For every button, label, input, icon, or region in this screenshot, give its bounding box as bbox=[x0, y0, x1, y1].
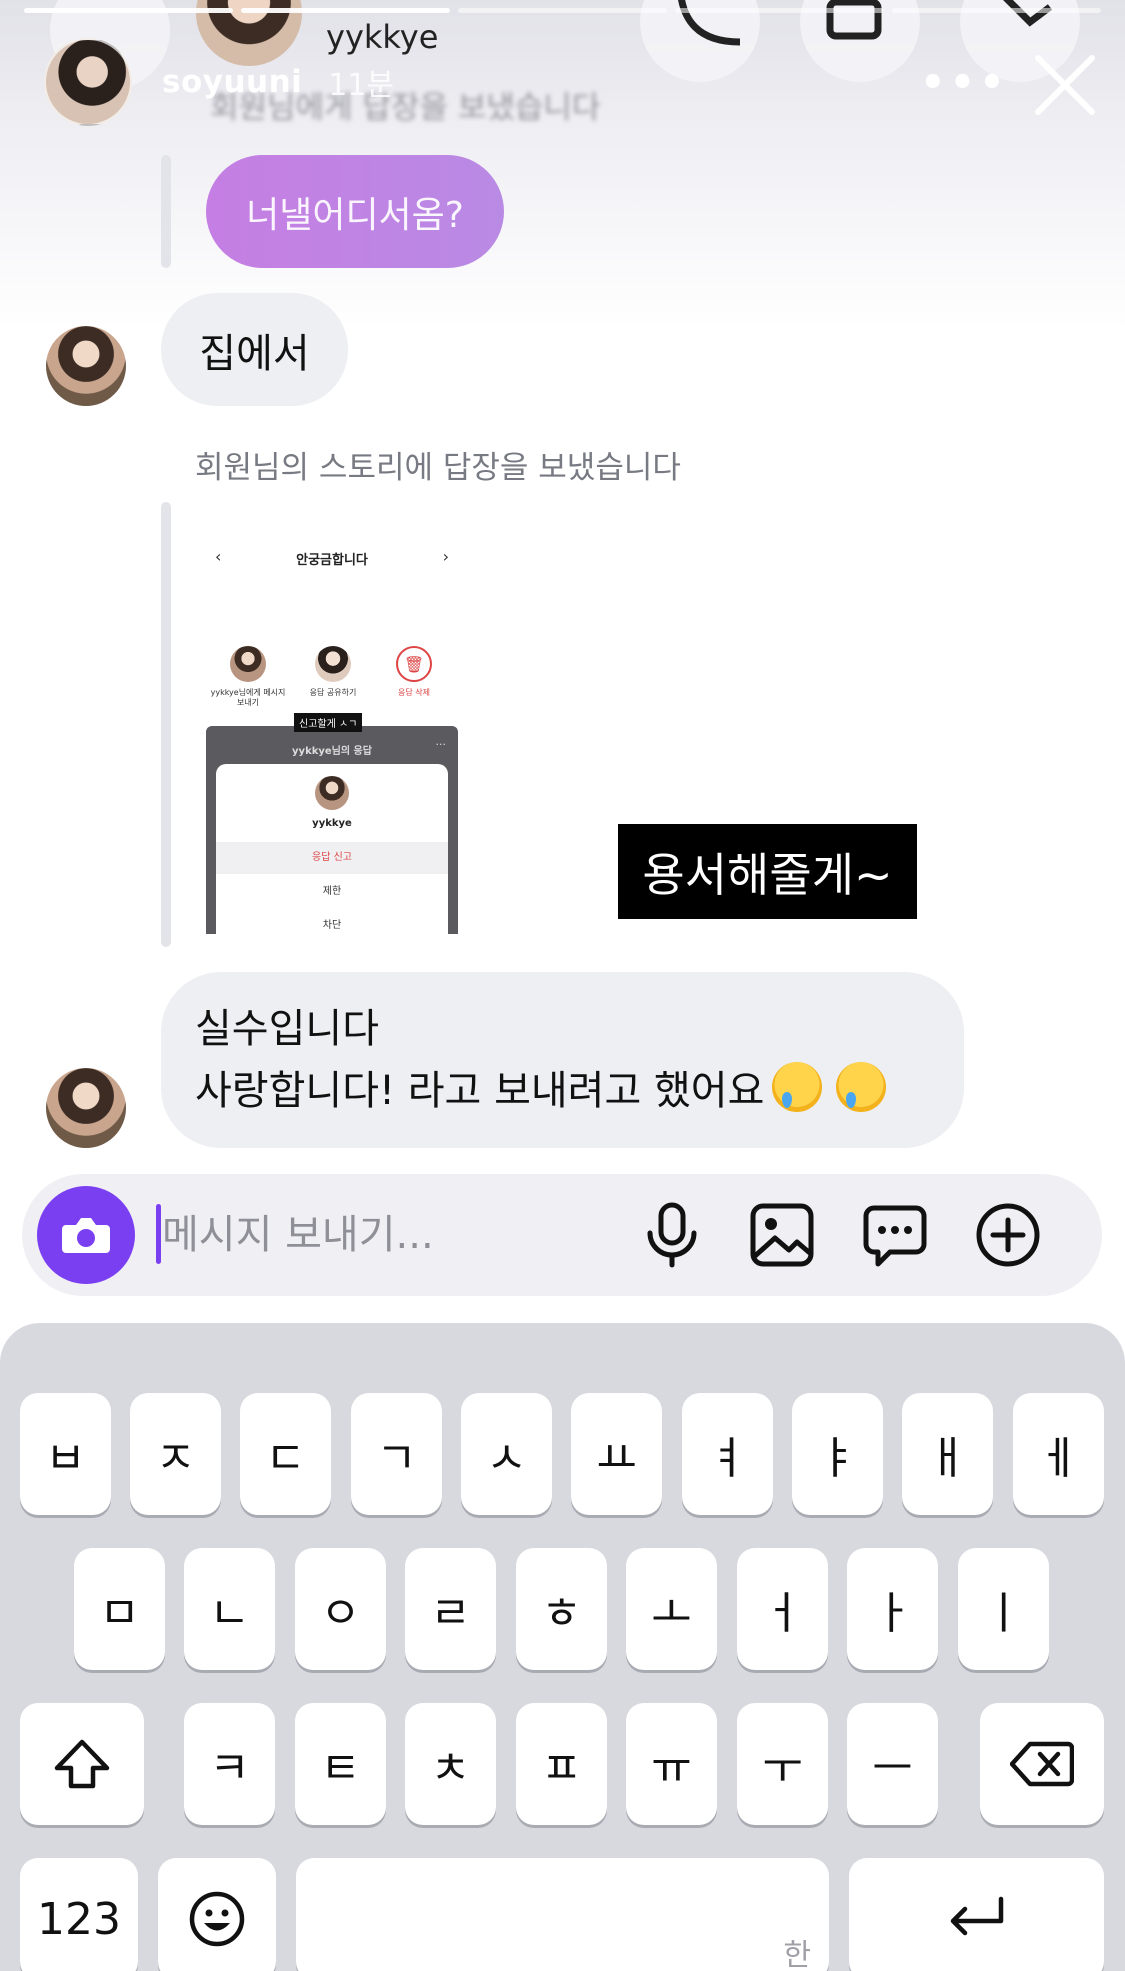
key[interactable]: ㅛ bbox=[571, 1393, 662, 1515]
story-avatar[interactable] bbox=[44, 38, 132, 126]
story-progress-segment bbox=[241, 8, 450, 13]
emoji-key[interactable] bbox=[158, 1858, 276, 1971]
message-bubble-icon bbox=[863, 1205, 927, 1267]
camera-button[interactable] bbox=[37, 1186, 135, 1284]
crying-face-icon bbox=[772, 1062, 823, 1112]
story-username[interactable]: soyuuni bbox=[162, 64, 302, 100]
story-user-header[interactable]: soyuuni 11분 bbox=[44, 38, 394, 126]
shared-sheet: yykkye님의 응답 ··· yykkye 응답 신고 제한 차단 bbox=[206, 726, 458, 934]
key[interactable]: ㅗ bbox=[626, 1548, 717, 1670]
return-icon bbox=[950, 1896, 1003, 1936]
shared-avatar bbox=[315, 646, 351, 682]
add-button[interactable] bbox=[968, 1195, 1048, 1275]
key[interactable]: ㅇ bbox=[295, 1548, 386, 1670]
key[interactable]: ㅅ bbox=[461, 1393, 552, 1515]
close-button[interactable] bbox=[1030, 50, 1100, 120]
shared-action-label: 응답 삭제 bbox=[398, 688, 430, 697]
key[interactable]: ㅁ bbox=[74, 1548, 165, 1670]
crying-face-icon bbox=[836, 1062, 887, 1112]
story-progress-segment bbox=[675, 8, 884, 13]
keyboard: ㅂ ㅈ ㄷ ㄱ ㅅ ㅛ ㅕ ㅑ ㅐ ㅔ ㅁ ㄴ ㅇ ㄹ ㅎ ㅗ ㅓ ㅏ ㅣ ㅋ … bbox=[0, 1323, 1125, 1971]
story-progress-segment bbox=[24, 8, 233, 13]
shift-key[interactable] bbox=[20, 1703, 144, 1825]
backspace-key[interactable] bbox=[980, 1703, 1104, 1825]
shared-story-preview[interactable]: ‹ 안궁금합니다 › 🗑 yykkye님에게 메시지 보내기 응답 공유하기 응… bbox=[206, 528, 458, 934]
key[interactable]: ㅑ bbox=[792, 1393, 883, 1515]
story-progress-bar bbox=[24, 8, 1101, 13]
shared-action-label: 응답 공유하기 bbox=[309, 688, 357, 697]
story-reply-notice: 회원님의 스토리에 답장을 보냈습니다 bbox=[195, 450, 681, 486]
message-line: 사랑합니다! 라고 보내려고 했어요 bbox=[195, 1068, 765, 1114]
return-key[interactable] bbox=[849, 1858, 1104, 1971]
reply-indicator-line bbox=[161, 502, 171, 947]
sender-avatar[interactable] bbox=[46, 1068, 126, 1148]
trash-icon: 🗑 bbox=[396, 646, 432, 682]
shared-story-title: 안궁금합니다 bbox=[296, 553, 368, 568]
language-hint: 한 bbox=[783, 1938, 811, 1971]
story-progress-segment bbox=[458, 8, 667, 13]
more-options-icon[interactable]: ••• bbox=[920, 60, 1009, 106]
text-caret bbox=[156, 1204, 161, 1264]
shared-avatar bbox=[230, 646, 266, 682]
chevron-right-icon: › bbox=[442, 547, 449, 566]
key[interactable]: ㅔ bbox=[1013, 1393, 1104, 1515]
plus-circle-icon bbox=[976, 1203, 1040, 1267]
shared-sheet-title: yykkye님의 응답 bbox=[292, 746, 372, 757]
shared-profile-name: yykkye bbox=[312, 818, 352, 829]
message-composer bbox=[22, 1174, 1102, 1296]
microphone-button[interactable] bbox=[632, 1195, 712, 1275]
key[interactable]: ㅜ bbox=[737, 1703, 828, 1825]
backspace-icon bbox=[1010, 1741, 1074, 1787]
shared-tooltip: 신고할게 ㅅㄱ bbox=[294, 713, 363, 732]
key[interactable]: ㅡ bbox=[847, 1703, 938, 1825]
shift-icon bbox=[54, 1739, 110, 1789]
key[interactable]: ㅐ bbox=[902, 1393, 993, 1515]
space-key[interactable]: 한 bbox=[296, 1858, 829, 1971]
shared-action-label: yykkye님에게 메시지 보내기 bbox=[210, 688, 286, 707]
key[interactable]: ㅋ bbox=[184, 1703, 275, 1825]
numbers-key[interactable]: 123 bbox=[20, 1858, 138, 1971]
message-line-2: 사랑합니다! 라고 보내려고 했어요 bbox=[195, 1060, 964, 1122]
emoji-icon bbox=[189, 1891, 245, 1947]
story-time: 11분 bbox=[328, 68, 395, 103]
key[interactable]: ㅠ bbox=[626, 1703, 717, 1825]
shared-profile-card: yykkye 응답 신고 제한 차단 bbox=[216, 764, 448, 934]
outgoing-message-bubble[interactable]: 너낼어디서옴? bbox=[206, 155, 504, 268]
key[interactable]: ㅎ bbox=[516, 1548, 607, 1670]
sticker-button[interactable] bbox=[855, 1195, 935, 1275]
sender-avatar[interactable] bbox=[46, 326, 126, 406]
more-icon: ··· bbox=[435, 738, 447, 751]
key[interactable]: ㅊ bbox=[405, 1703, 496, 1825]
shared-option: 제한 bbox=[322, 886, 342, 897]
key[interactable]: ㅣ bbox=[958, 1548, 1049, 1670]
camera-icon bbox=[62, 1218, 110, 1253]
image-icon bbox=[750, 1203, 814, 1267]
key[interactable]: ㅏ bbox=[847, 1548, 938, 1670]
key[interactable]: ㅕ bbox=[682, 1393, 773, 1515]
shared-option: 차단 bbox=[322, 920, 342, 931]
key[interactable]: ㅈ bbox=[130, 1393, 221, 1515]
key[interactable]: ㄴ bbox=[184, 1548, 275, 1670]
close-icon bbox=[1035, 55, 1095, 115]
reply-indicator-line bbox=[161, 155, 171, 268]
gallery-button[interactable] bbox=[742, 1195, 822, 1275]
message-line: 실수입니다 bbox=[195, 1006, 379, 1052]
story-progress-segment bbox=[892, 8, 1101, 13]
key[interactable]: ㄹ bbox=[405, 1548, 496, 1670]
key[interactable]: ㅌ bbox=[295, 1703, 386, 1825]
message-input[interactable] bbox=[162, 1196, 492, 1274]
key[interactable]: ㄷ bbox=[240, 1393, 331, 1515]
key[interactable]: ㅓ bbox=[737, 1548, 828, 1670]
key[interactable]: ㄱ bbox=[351, 1393, 442, 1515]
microphone-icon bbox=[647, 1202, 697, 1268]
key[interactable]: ㅍ bbox=[516, 1703, 607, 1825]
text-sticker: 용서해줄게~ bbox=[618, 824, 917, 919]
shared-option: 응답 신고 bbox=[216, 842, 448, 874]
key[interactable]: ㅂ bbox=[20, 1393, 111, 1515]
incoming-message-bubble[interactable]: 실수입니다 사랑합니다! 라고 보내려고 했어요 bbox=[161, 972, 964, 1148]
shared-profile-avatar bbox=[315, 776, 349, 810]
